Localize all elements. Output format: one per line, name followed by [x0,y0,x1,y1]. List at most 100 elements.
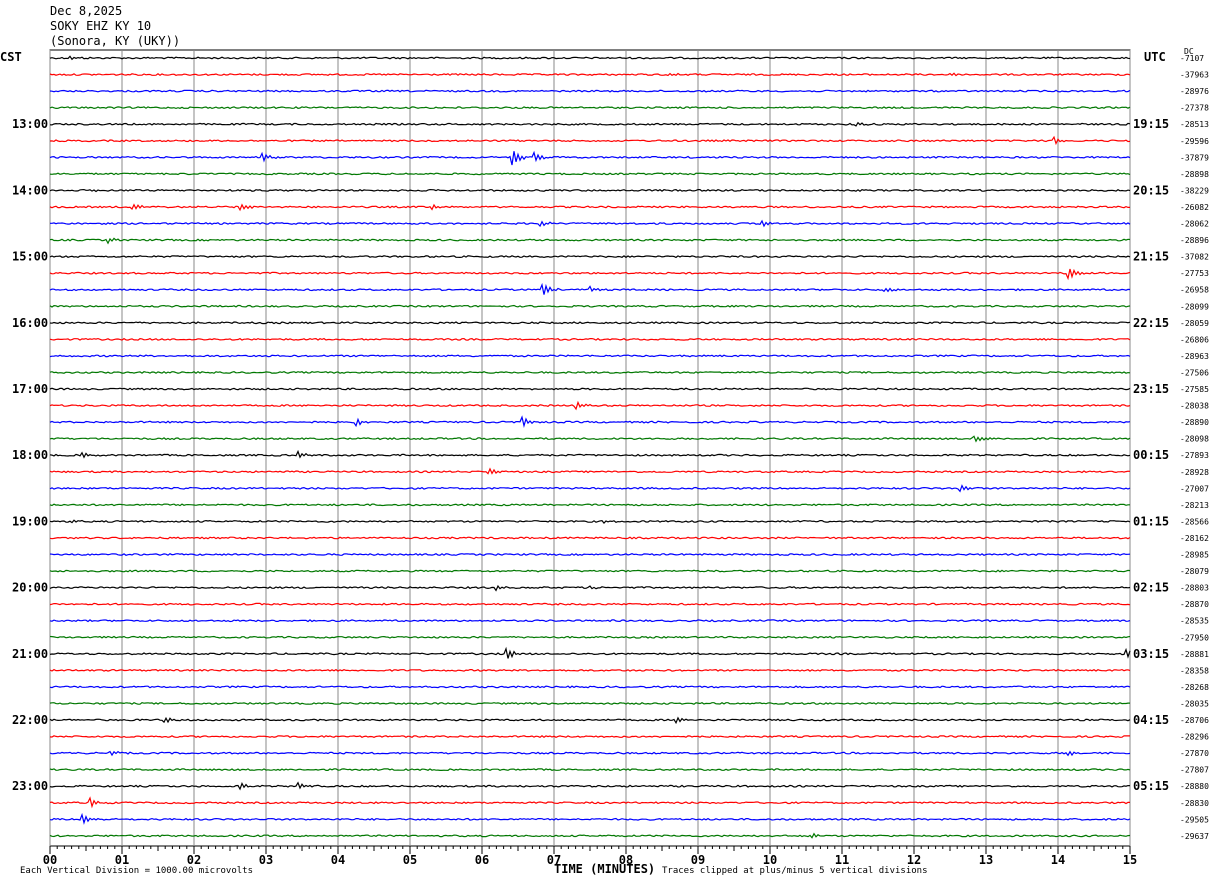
right-hour-label: 04:15 [1133,713,1169,727]
seismic-trace [49,635,1131,639]
dc-offset-label: -28513 [1180,120,1209,129]
seismic-trace [49,387,1131,391]
left-hour-label: 19:00 [12,514,48,528]
dc-offset-label: -28963 [1180,352,1209,361]
seismic-trace [49,467,1131,475]
right-hour-label: 01:15 [1133,514,1169,528]
dc-offset-label: -37963 [1180,71,1209,80]
seismic-trace [49,354,1131,358]
x-tick-label: 01 [115,853,129,867]
seismic-trace [49,735,1130,739]
x-tick-label: 04 [331,853,345,867]
dc-offset-label: -28099 [1180,302,1209,311]
seismic-trace [49,584,1131,592]
seismic-trace [49,619,1131,623]
x-tick-label: 15 [1123,853,1137,867]
dc-offset-label: -26958 [1180,286,1209,295]
right-hour-label: 19:15 [1133,117,1169,131]
helicorder-plot: 00 01 02 03 04 05 06 07 08 09 10 11 12 13 14 15-7107-37… [12,49,1209,867]
seismic-trace [49,89,1131,93]
dc-offset-label: -28535 [1180,617,1209,626]
dc-offset-label: -37879 [1180,153,1209,162]
seismic-trace [50,219,1131,228]
seismic-trace [49,812,1131,825]
seismic-trace [49,536,1131,540]
dc-offset-label: -28803 [1180,584,1209,593]
x-tick-label: 11 [835,853,849,867]
dc-offset-label: -28870 [1180,600,1209,609]
x-tick-label: 06 [475,853,489,867]
left-hour-label: 18:00 [12,448,48,462]
seismic-trace [49,400,1131,411]
seismic-trace [49,72,1131,77]
seismic-trace [49,832,1131,839]
seismic-trace [49,304,1131,308]
left-hour-label: 20:00 [12,581,48,595]
x-tick-label: 12 [907,853,921,867]
dc-offset-label: -28358 [1180,666,1209,675]
right-hour-label: 21:15 [1133,250,1169,264]
dc-offset-label: -29596 [1180,137,1209,146]
x-tick-label: 10 [763,853,777,867]
dc-offset-label: -28898 [1180,170,1209,179]
seismic-trace [49,435,1131,443]
dc-offset-label: -27753 [1180,269,1209,278]
dc-offset-label: -29637 [1180,832,1209,841]
dc-offset-label: -27807 [1180,766,1209,775]
x-tick-label: 03 [259,853,273,867]
seismic-trace [49,172,1131,176]
clip-note: Traces clipped at plus/minus 5 vertical … [662,866,928,876]
x-tick-label: 09 [691,853,705,867]
seismic-trace [49,268,1131,281]
seismic-trace [49,188,1131,193]
seismic-trace [49,781,1131,791]
right-hour-label: 20:15 [1133,183,1169,197]
dc-offset-label: -28038 [1180,402,1209,411]
dc-offset-label: -28890 [1180,418,1209,427]
dc-offset-label: -28079 [1180,567,1209,576]
dc-offset-label: -26806 [1180,335,1209,344]
seismic-trace [49,668,1131,672]
seismic-trace [49,685,1131,689]
seismic-trace [49,569,1131,573]
dc-offset-label: -27950 [1180,633,1209,642]
dc-offset-label: -28268 [1180,683,1209,692]
seismic-trace [49,106,1131,110]
x-tick-label: 02 [187,853,201,867]
seismic-trace [49,415,1131,429]
dc-offset-label: -37082 [1180,253,1209,262]
dc-offset-label: -28706 [1180,716,1209,725]
right-hour-label: 02:15 [1133,581,1169,595]
x-tick-label: 13 [979,853,993,867]
seismic-trace [49,716,1131,725]
dc-offset-label: -28059 [1180,319,1209,328]
right-hour-label: 23:15 [1133,382,1169,396]
x-axis-label: TIME (MINUTES) [554,862,656,876]
seismic-trace [49,552,1131,556]
seismic-trace [49,646,1131,659]
seismic-trace [49,370,1131,374]
right-hour-label: 05:15 [1133,779,1169,793]
left-hour-label: 23:00 [12,779,48,793]
dc-offset-label: -38229 [1180,186,1209,195]
x-tick-label: 05 [403,853,417,867]
dc-offset-label: -27506 [1180,368,1209,377]
right-hour-label: 00:15 [1133,448,1169,462]
left-hour-label: 16:00 [12,316,48,330]
x-tick-label: 00 [43,853,57,867]
x-tick-label: 14 [1051,853,1065,867]
dc-offset-label: -26082 [1180,203,1209,212]
seismic-trace [49,519,1131,525]
dc-offset-label: -7107 [1180,54,1204,63]
seismic-trace [49,796,1130,809]
dc-offset-label: -27007 [1180,484,1209,493]
dc-offset-label: -27893 [1180,451,1209,460]
left-hour-label: 14:00 [12,183,48,197]
seismic-trace [49,203,1130,212]
seismic-trace [49,750,1131,757]
dc-offset-label: -28896 [1180,236,1209,245]
dc-offset-label: -27870 [1180,749,1209,758]
dc-offset-label: -28928 [1180,468,1209,477]
right-hour-label: 22:15 [1133,316,1169,330]
seismic-trace [49,449,1131,459]
